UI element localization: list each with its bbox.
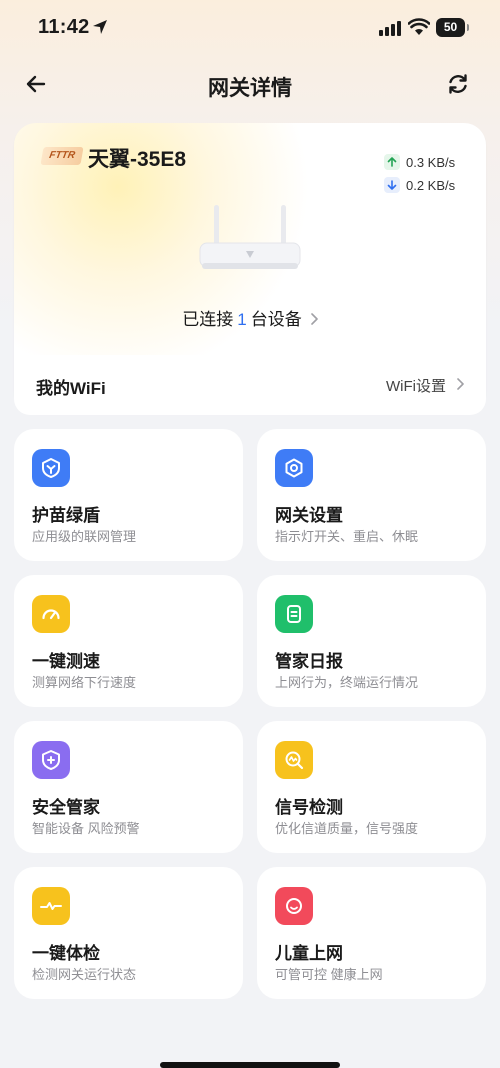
child-face-icon xyxy=(275,887,313,925)
tile-subtitle: 检测网关运行状态 xyxy=(32,967,137,982)
shield-leaf-icon xyxy=(32,449,70,487)
tile-title: 安全管家 xyxy=(32,798,100,817)
tile-subtitle: 测算网络下行速度 xyxy=(32,675,137,690)
router-image xyxy=(199,205,301,269)
tile-title: 网关设置 xyxy=(275,506,343,525)
wifi-settings-link[interactable]: WiFi设置 xyxy=(386,375,464,396)
tile-gateway-settings[interactable]: 网关设置 指示灯开关、重启、休眠 xyxy=(257,429,486,561)
cellular-signal-icon xyxy=(379,21,401,36)
signal-search-icon xyxy=(275,741,313,779)
connected-count: 1 xyxy=(237,310,247,329)
my-wifi-card[interactable]: 我的WiFi WiFi设置 xyxy=(14,355,486,415)
page-title: 网关详情 xyxy=(208,77,292,100)
upload-arrow-icon xyxy=(384,154,400,170)
tile-subtitle: 指示灯开关、重启、休眠 xyxy=(275,529,419,544)
fttr-badge: FTTR xyxy=(40,147,84,165)
tile-title: 一键测速 xyxy=(32,652,100,671)
upload-speed: 0.3 KB/s xyxy=(406,154,456,170)
security-shield-plus-icon xyxy=(32,741,70,779)
upload-speed-row: 0.3 KB/s xyxy=(384,153,455,171)
chevron-right-icon xyxy=(456,377,464,394)
location-arrow-icon xyxy=(93,20,107,34)
tile-subtitle: 优化信道质量，信号强度 xyxy=(275,821,419,836)
tile-title: 一键体检 xyxy=(32,944,100,963)
pulse-check-icon xyxy=(32,887,70,925)
tile-speed-test[interactable]: 一键测速 测算网络下行速度 xyxy=(14,575,243,707)
status-bar: 11:42 50 xyxy=(0,0,500,56)
connected-suffix: 台设备 xyxy=(250,310,302,329)
battery-icon: 50 xyxy=(436,18,469,37)
tile-signal-check[interactable]: 信号检测 优化信道质量，信号强度 xyxy=(257,721,486,853)
hexagon-settings-icon xyxy=(275,449,313,487)
device-name: 天翼-35E8 xyxy=(88,148,187,171)
refresh-icon[interactable] xyxy=(446,72,470,96)
chevron-right-icon xyxy=(310,310,318,330)
tile-health-check[interactable]: 一键体检 检测网关运行状态 xyxy=(14,867,243,999)
status-time: 11:42 xyxy=(38,16,90,38)
wifi-signal-icon xyxy=(408,18,430,35)
tile-title: 儿童上网 xyxy=(275,944,343,963)
connected-devices-link[interactable]: 已连接 1 台设备 xyxy=(14,305,486,330)
wifi-settings-label: WiFi设置 xyxy=(386,378,446,395)
home-indicator[interactable] xyxy=(160,1062,340,1068)
tile-subtitle: 应用级的联网管理 xyxy=(32,529,137,544)
tile-title: 信号检测 xyxy=(275,798,343,817)
tile-subtitle: 可管可控 健康上网 xyxy=(275,967,383,982)
tile-subtitle: 智能设备 风险预警 xyxy=(32,821,140,836)
download-arrow-icon xyxy=(384,177,400,193)
tile-title: 管家日报 xyxy=(275,652,343,671)
speedometer-icon xyxy=(32,595,70,633)
tile-title: 护苗绿盾 xyxy=(32,506,100,525)
tile-security[interactable]: 安全管家 智能设备 风险预警 xyxy=(14,721,243,853)
download-speed-row: 0.2 KB/s xyxy=(384,176,455,194)
download-speed: 0.2 KB/s xyxy=(406,177,456,193)
tile-daily-report[interactable]: 管家日报 上网行为，终端运行情况 xyxy=(257,575,486,707)
my-wifi-title: 我的WiFi xyxy=(36,379,106,398)
tile-subtitle: 上网行为，终端运行情况 xyxy=(275,675,419,690)
tile-child-online[interactable]: 儿童上网 可管可控 健康上网 xyxy=(257,867,486,999)
tile-guard[interactable]: 护苗绿盾 应用级的联网管理 xyxy=(14,429,243,561)
header: 网关详情 xyxy=(0,60,500,108)
daily-report-icon xyxy=(275,595,313,633)
connected-prefix: 已连接 xyxy=(182,310,234,329)
